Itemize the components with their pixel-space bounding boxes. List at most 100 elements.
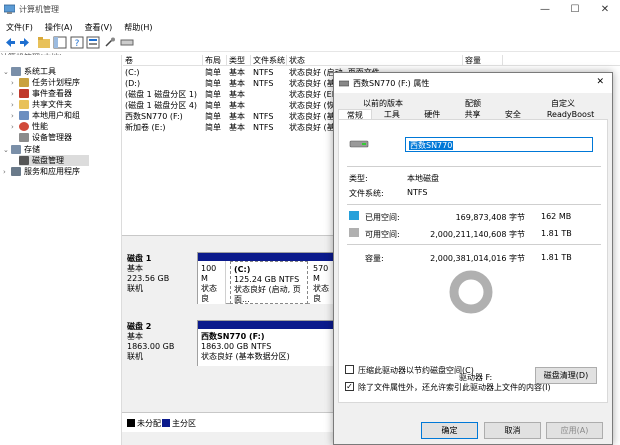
tree-item-performance[interactable]: › 性能 <box>11 121 48 132</box>
volume-row[interactable]: (D:) 简单 基本 NTFS 状态良好 (基本数据分区) <box>123 78 378 89</box>
volume-type: 基本 <box>229 79 245 88</box>
menu-file[interactable]: 文件(F) <box>0 19 39 34</box>
show-hide-tree-icon[interactable] <box>53 36 67 49</box>
tree-item-system-tools[interactable]: ⌄ 系统工具 <box>3 66 56 77</box>
volume-fs: NTFS <box>253 79 274 88</box>
usage-donut-chart <box>449 270 493 314</box>
chevron-right-icon[interactable]: › <box>11 123 19 131</box>
tree-item-device-manager[interactable]: 设备管理器 <box>11 132 72 143</box>
legend-unallocated: 未分配 <box>137 419 161 428</box>
column-type[interactable]: 类型 <box>227 55 251 66</box>
disk-2-label[interactable]: 磁盘 2 基本 1863.00 GB 联机 <box>127 322 195 362</box>
disk-2-partitions: 西数SN770 (F:) 1863.00 GB NTFS 状态良好 (基本数据分… <box>197 320 335 366</box>
device-manager-icon <box>19 133 29 142</box>
volume-list-header: 卷 布局 类型 文件系统 状态 容量 <box>123 55 620 66</box>
partition-status: 状态良好 (启动, 页面... <box>234 285 301 304</box>
volume-layout: 简单 <box>205 79 221 88</box>
maximize-button[interactable]: ☐ <box>560 0 590 19</box>
volume-layout: 简单 <box>205 68 221 77</box>
tree-item-local-users[interactable]: › 本地用户和组 <box>11 110 80 121</box>
tree-item-disk-management[interactable]: 磁盘管理 <box>19 155 89 166</box>
chevron-right-icon[interactable]: › <box>11 112 19 120</box>
help-icon[interactable]: ? <box>70 36 84 49</box>
shared-folder-icon <box>19 100 29 109</box>
capacity-bytes: 2,000,381,014,016 字节 <box>430 254 525 263</box>
free-space-label: 可用空间: <box>365 230 400 239</box>
partition-color-bar <box>198 253 335 261</box>
volume-layout: 简单 <box>205 112 221 121</box>
computer-management-icon <box>4 4 15 14</box>
chevron-right-icon[interactable]: › <box>11 101 19 109</box>
system-tools-icon <box>11 67 21 76</box>
volume-row[interactable]: 新加卷 (E:) 简单 基本 NTFS 状态良好 (基本数据分区) <box>123 122 378 133</box>
tree-item-services-apps[interactable]: › 服务和应用程序 <box>3 166 80 177</box>
disk-kind: 基本 <box>127 332 143 341</box>
menu-view[interactable]: 查看(V) <box>79 19 119 34</box>
window-title: 计算机管理 <box>19 5 59 14</box>
volume-name: (磁盘 1 磁盘分区 1) <box>125 90 198 99</box>
menu-action[interactable]: 操作(A) <box>39 19 79 34</box>
tree-label: 性能 <box>32 122 48 131</box>
volume-name: 西数SN770 (F:) <box>125 112 183 121</box>
volume-type: 基本 <box>229 112 245 121</box>
partition-recovery[interactable]: 570 M 状态良 <box>310 261 335 304</box>
chevron-down-icon[interactable]: ⌄ <box>3 68 11 76</box>
index-checkbox[interactable]: ✓ <box>345 382 354 391</box>
volume-row[interactable]: (磁盘 1 磁盘分区 1) 简单 基本 状态良好 (EFI 系统分区) <box>123 89 376 100</box>
back-arrow-icon[interactable] <box>3 36 17 49</box>
ok-button[interactable]: 确定 <box>421 422 478 439</box>
users-icon <box>19 111 29 120</box>
column-volume[interactable]: 卷 <box>123 55 203 66</box>
forward-arrow-icon[interactable] <box>18 36 32 49</box>
menu-help[interactable]: 帮助(H) <box>118 19 158 34</box>
volume-name-field[interactable]: 西数SN770 <box>405 137 593 152</box>
column-capacity[interactable]: 容量 <box>463 55 503 66</box>
apply-button[interactable]: 应用(A) <box>546 422 603 439</box>
cancel-button[interactable]: 取消 <box>484 422 541 439</box>
free-space-ring <box>449 270 493 314</box>
capacity-size: 1.81 TB <box>541 253 572 262</box>
column-layout[interactable]: 布局 <box>203 55 227 66</box>
volume-fs: NTFS <box>253 68 274 77</box>
settings-icon[interactable] <box>104 36 118 49</box>
free-space-size: 1.81 TB <box>541 229 572 238</box>
volume-type: 基本 <box>229 123 245 132</box>
chevron-right-icon[interactable]: › <box>11 90 19 98</box>
volume-row[interactable]: (磁盘 1 磁盘分区 4) 简单 基本 状态良好 (恢复分区) <box>123 100 362 111</box>
partition-size: 125.24 GB NTFS <box>234 275 300 284</box>
tree-item-shared-folders[interactable]: › 共享文件夹 <box>11 99 72 110</box>
used-space-bytes: 169,873,408 字节 <box>455 213 525 222</box>
type-label: 类型: <box>349 174 368 183</box>
chevron-down-icon[interactable]: ⌄ <box>3 146 11 154</box>
volume-name: (D:) <box>125 79 141 88</box>
type-value: 本地磁盘 <box>407 174 439 183</box>
close-button[interactable]: ✕ <box>590 0 620 19</box>
volume-name: (磁盘 1 磁盘分区 4) <box>125 101 198 110</box>
disk-name: 磁盘 1 <box>127 254 152 263</box>
partition-status: 状态良好 (基本数据分区) <box>201 352 290 361</box>
tree-item-task-scheduler[interactable]: › 任务计划程序 <box>11 77 80 88</box>
partition-f[interactable]: 西数SN770 (F:) 1863.00 GB NTFS 状态良好 (基本数据分… <box>198 329 335 366</box>
legend: 未分配 主分区 <box>122 412 334 432</box>
chevron-right-icon[interactable]: › <box>3 168 11 176</box>
volume-row[interactable]: (C:) 简单 基本 NTFS 状态良好 (启动, 页面文件... <box>123 67 387 78</box>
compress-label: 压缩此驱动器以节约磁盘空间(C) <box>358 366 474 375</box>
tree-item-storage[interactable]: ⌄ 存储 <box>3 144 40 155</box>
minimize-button[interactable]: — <box>530 0 560 19</box>
partition-size: 100 M <box>201 264 217 283</box>
properties-icon[interactable] <box>86 36 100 49</box>
chevron-right-icon[interactable]: › <box>11 79 19 87</box>
up-folder-icon[interactable] <box>37 36 51 49</box>
volume-row[interactable]: 西数SN770 (F:) 简单 基本 NTFS 状态良好 (基本数据分区) <box>123 111 378 122</box>
drive-icon <box>339 80 349 87</box>
disk-1-label[interactable]: 磁盘 1 基本 223.56 GB 联机 <box>127 254 195 294</box>
dialog-close-button[interactable]: ✕ <box>596 77 604 87</box>
capacity-label: 容量: <box>365 254 384 263</box>
partition-efi[interactable]: 100 M 状态良 <box>198 261 226 304</box>
column-filesystem[interactable]: 文件系统 <box>251 55 287 66</box>
view-icon[interactable] <box>120 36 134 49</box>
column-status[interactable]: 状态 <box>287 55 463 66</box>
partition-c[interactable]: (C:) 125.24 GB NTFS 状态良好 (启动, 页面... <box>230 261 308 304</box>
compress-checkbox[interactable] <box>345 365 354 374</box>
tree-item-event-viewer[interactable]: › 事件查看器 <box>11 88 72 99</box>
